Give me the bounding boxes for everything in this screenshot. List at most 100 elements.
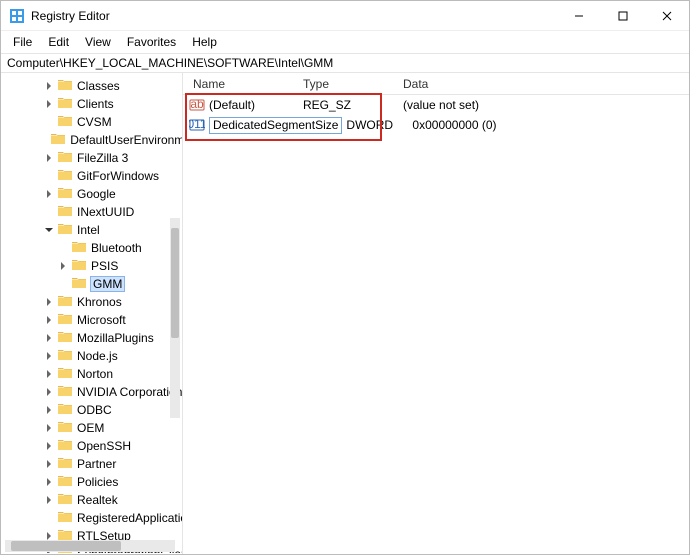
chevron-right-icon[interactable] xyxy=(43,98,55,110)
tree-item[interactable]: Partner xyxy=(1,455,183,473)
column-headers: Name Type Data xyxy=(183,73,689,95)
tree-item[interactable]: RegisteredApplications xyxy=(1,509,183,527)
values-list[interactable]: ab (Default) REG_SZ (value not set) 011 … xyxy=(183,95,689,135)
tree-item-label: GMM xyxy=(91,277,124,291)
minimize-button[interactable] xyxy=(557,1,601,31)
dword-value-icon: 011 xyxy=(189,117,205,133)
column-header-type[interactable]: Type xyxy=(293,77,393,91)
tree-item[interactable]: NVIDIA Corporation xyxy=(1,383,183,401)
chevron-right-icon[interactable] xyxy=(43,296,55,308)
tree-item[interactable]: Microsoft xyxy=(1,311,183,329)
folder-icon xyxy=(57,437,77,456)
chevron-right-icon[interactable] xyxy=(43,422,55,434)
tree-item[interactable]: Norton xyxy=(1,365,183,383)
tree-item-label: Microsoft xyxy=(77,313,126,327)
tree-item[interactable]: DefaultUserEnvironment xyxy=(1,131,183,149)
tree-item-label: Clients xyxy=(77,97,114,111)
tree-item[interactable]: FileZilla 3 xyxy=(1,149,183,167)
window-title: Registry Editor xyxy=(31,9,110,23)
tree-item[interactable]: GitForWindows xyxy=(1,167,183,185)
chevron-right-icon[interactable] xyxy=(43,386,55,398)
tree-vertical-scrollbar[interactable] xyxy=(170,218,180,418)
folder-icon xyxy=(57,221,77,240)
folder-icon xyxy=(57,491,77,510)
tree-item-label: MozillaPlugins xyxy=(77,331,154,345)
tree-item-label: Node.js xyxy=(77,349,118,363)
menu-view[interactable]: View xyxy=(77,33,119,51)
chevron-right-icon[interactable] xyxy=(57,260,69,272)
tree-item[interactable]: OEM xyxy=(1,419,183,437)
tree-item[interactable]: Google xyxy=(1,185,183,203)
tree-item-label: Classes xyxy=(77,79,120,93)
value-row[interactable]: 011 DedicatedSegmentSize DWORD 0x0000000… xyxy=(183,115,689,135)
folder-icon xyxy=(57,149,77,168)
tree-item[interactable]: INextUUID xyxy=(1,203,183,221)
chevron-right-icon[interactable] xyxy=(43,80,55,92)
tree-horizontal-scrollbar[interactable] xyxy=(5,540,175,552)
tree-item[interactable]: CVSM xyxy=(1,113,183,131)
chevron-right-icon[interactable] xyxy=(43,404,55,416)
tree-item[interactable]: Policies xyxy=(1,473,183,491)
folder-icon xyxy=(57,419,77,438)
tree-item-label: OEM xyxy=(77,421,104,435)
tree-item-label: Norton xyxy=(77,367,113,381)
tree-item[interactable]: Khronos xyxy=(1,293,183,311)
tree-item[interactable]: ODBC xyxy=(1,401,183,419)
chevron-right-icon[interactable] xyxy=(43,476,55,488)
chevron-right-icon[interactable] xyxy=(43,440,55,452)
column-header-data[interactable]: Data xyxy=(393,77,689,91)
menu-file[interactable]: File xyxy=(5,33,40,51)
chevron-right-icon[interactable] xyxy=(43,332,55,344)
tree-item-label: Bluetooth xyxy=(91,241,142,255)
tree-item[interactable]: OpenSSH xyxy=(1,437,183,455)
tree-item[interactable]: Node.js xyxy=(1,347,183,365)
value-row[interactable]: ab (Default) REG_SZ (value not set) xyxy=(183,95,689,115)
folder-icon xyxy=(71,239,91,258)
registry-tree[interactable]: Classes Clients CVSM DefaultUserEnvironm… xyxy=(1,73,183,553)
menu-edit[interactable]: Edit xyxy=(40,33,77,51)
chevron-right-icon[interactable] xyxy=(43,314,55,326)
values-pane: Name Type Data ab (Default) REG_SZ (valu… xyxy=(183,73,689,554)
value-type: REG_SZ xyxy=(303,98,403,112)
chevron-right-icon[interactable] xyxy=(43,350,55,362)
svg-text:ab: ab xyxy=(190,97,204,111)
chevron-right-icon[interactable] xyxy=(43,188,55,200)
folder-icon xyxy=(57,401,77,420)
chevron-right-icon[interactable] xyxy=(43,368,55,380)
scrollbar-thumb[interactable] xyxy=(11,541,121,551)
tree-item[interactable]: PSIS xyxy=(1,257,183,275)
menubar: File Edit View Favorites Help xyxy=(1,31,689,53)
value-data: 0x00000000 (0) xyxy=(412,118,689,132)
chevron-right-icon[interactable] xyxy=(43,494,55,506)
menu-favorites[interactable]: Favorites xyxy=(119,33,184,51)
tree-item[interactable]: Intel xyxy=(1,221,183,239)
maximize-button[interactable] xyxy=(601,1,645,31)
chevron-right-icon[interactable] xyxy=(43,458,55,470)
tree-item-label: ODBC xyxy=(77,403,112,417)
close-button[interactable] xyxy=(645,1,689,31)
tree-item[interactable]: Clients xyxy=(1,95,183,113)
tree-item-label: RegisteredApplications xyxy=(77,511,183,525)
value-name-edit-input[interactable]: DedicatedSegmentSize xyxy=(209,117,342,134)
tree-item[interactable]: MozillaPlugins xyxy=(1,329,183,347)
folder-icon xyxy=(57,473,77,492)
expander-placeholder xyxy=(43,206,55,218)
tree-pane: Classes Clients CVSM DefaultUserEnvironm… xyxy=(1,73,183,554)
value-type: DWORD xyxy=(342,118,412,132)
folder-icon xyxy=(57,311,77,330)
address-bar[interactable]: Computer\HKEY_LOCAL_MACHINE\SOFTWARE\Int… xyxy=(1,53,689,73)
chevron-down-icon[interactable] xyxy=(43,224,55,236)
tree-item[interactable]: Bluetooth xyxy=(1,239,183,257)
tree-item-label: OpenSSH xyxy=(77,439,131,453)
value-data: (value not set) xyxy=(403,98,689,112)
folder-icon xyxy=(50,131,70,150)
scrollbar-thumb[interactable] xyxy=(171,228,179,338)
tree-item[interactable]: Realtek xyxy=(1,491,183,509)
tree-item[interactable]: Classes xyxy=(1,77,183,95)
tree-item[interactable]: GMM xyxy=(1,275,183,293)
folder-icon xyxy=(57,167,77,186)
column-header-name[interactable]: Name xyxy=(183,77,293,91)
chevron-right-icon[interactable] xyxy=(43,152,55,164)
folder-icon xyxy=(57,77,77,96)
menu-help[interactable]: Help xyxy=(184,33,225,51)
